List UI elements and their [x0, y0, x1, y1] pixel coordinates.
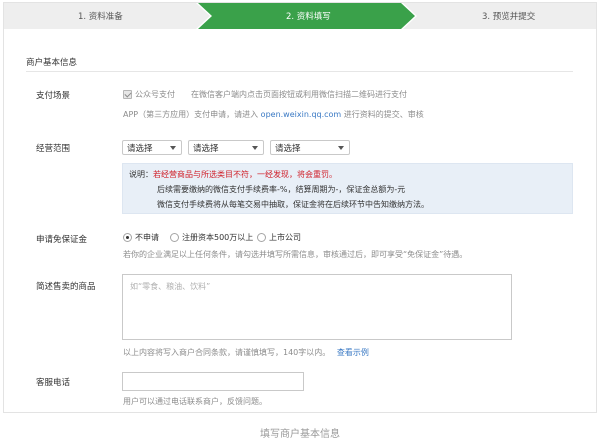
section-divider — [26, 71, 573, 72]
service-phone-label: 客服电话 — [36, 378, 71, 388]
listed-company-radio[interactable] — [257, 233, 266, 242]
step-2-label: 2. 资料填写 — [286, 12, 331, 22]
notice-warning: 若经营商品与所选类目不符，一经发现，将会重罚。 — [153, 170, 337, 179]
listed-company-label: 上市公司 — [269, 233, 301, 242]
goods-label: 简述售卖的商品 — [36, 282, 96, 292]
step-3-label: 3. 预览并提交 — [482, 12, 536, 22]
goods-textarea[interactable]: 如“零食、粮油、饮料” — [122, 274, 512, 340]
capital-500w-radio[interactable] — [170, 233, 179, 242]
business-scope-label: 经营范围 — [36, 144, 71, 154]
goods-hint-row: 以上内容将写入商户合同条款，请谨慎填写，140字以内。 查看示例 — [123, 347, 369, 358]
view-example-link[interactable]: 查看示例 — [337, 348, 369, 357]
business-scope-select-2[interactable]: 请选择 — [188, 140, 264, 155]
step-progress-bar: 1. 资料准备 2. 资料填写 3. 预览并提交 — [4, 3, 596, 29]
capital-500w-label: 注册资本500万以上 — [182, 233, 254, 242]
payment-scene-desc-suffix: 进行资料的提交、审核 — [343, 110, 424, 119]
notice-line-2: 后续需要缴纳的微信支付手续费率-%，结算周期为-，保证金总额为-元 — [157, 185, 406, 194]
business-scope-select-1-value: 请选择 — [127, 144, 153, 154]
goods-hint: 以上内容将写入商户合同条款，请谨慎填写，140字以内。 — [123, 348, 331, 357]
deposit-exemption-hint: 若你的企业满足以上任何条件，请勾选并填写所需信息，审核通过后，即可享受“免保证金… — [123, 250, 468, 259]
goods-placeholder: 如“零食、粮油、饮料” — [130, 282, 211, 291]
business-scope-select-3[interactable]: 请选择 — [270, 140, 350, 155]
payment-scene-label: 支付场景 — [36, 91, 71, 101]
figure-caption: 填写商户基本信息 — [260, 429, 340, 440]
section-title: 商户基本信息 — [26, 58, 78, 68]
no-apply-radio[interactable] — [123, 233, 132, 242]
step-1-label: 1. 资料准备 — [78, 12, 123, 22]
chevron-down-icon — [252, 146, 258, 150]
no-apply-label: 不申请 — [135, 233, 159, 242]
chevron-down-icon — [170, 146, 176, 150]
notice-prefix: 说明： — [129, 170, 153, 179]
official-account-pay-checkbox[interactable] — [123, 90, 132, 99]
payment-scene-desc-prefix: APP（第三方应用）支付申请，请进入 — [123, 110, 259, 119]
notice-line-3: 微信支付手续费将从每笔交易中抽取，保证金将在后续环节中告知缴纳方法。 — [157, 200, 429, 209]
deposit-exemption-label: 申请免保证金 — [36, 235, 88, 245]
official-account-pay-label: 公众号支付 — [135, 90, 175, 99]
chevron-down-icon — [338, 146, 344, 150]
business-scope-select-2-value: 请选择 — [193, 144, 219, 154]
notice-line-1: 说明：若经营商品与所选类目不符，一经发现，将会重罚。 — [129, 169, 337, 180]
business-scope-select-3-value: 请选择 — [275, 144, 301, 154]
payment-scene-desc-line2: APP（第三方应用）支付申请，请进入 open.weixin.qq.com 进行… — [123, 109, 424, 120]
fee-notice-box: 说明：若经营商品与所选类目不符，一经发现，将会重罚。 后续需要缴纳的微信支付手续… — [122, 163, 573, 214]
service-phone-input[interactable] — [122, 372, 304, 391]
business-scope-select-1[interactable]: 请选择 — [122, 140, 182, 155]
open-weixin-link[interactable]: open.weixin.qq.com — [261, 110, 342, 119]
service-phone-hint: 用户可以通过电话联系商户，反馈问题。 — [123, 397, 267, 406]
payment-scene-desc-line1: 在微信客户端内点击页面按钮或利用微信扫描二维码进行支付 — [191, 90, 407, 99]
form-frame: 1. 资料准备 2. 资料填写 3. 预览并提交 商户基本信息 支付场景 公众号… — [3, 2, 597, 413]
